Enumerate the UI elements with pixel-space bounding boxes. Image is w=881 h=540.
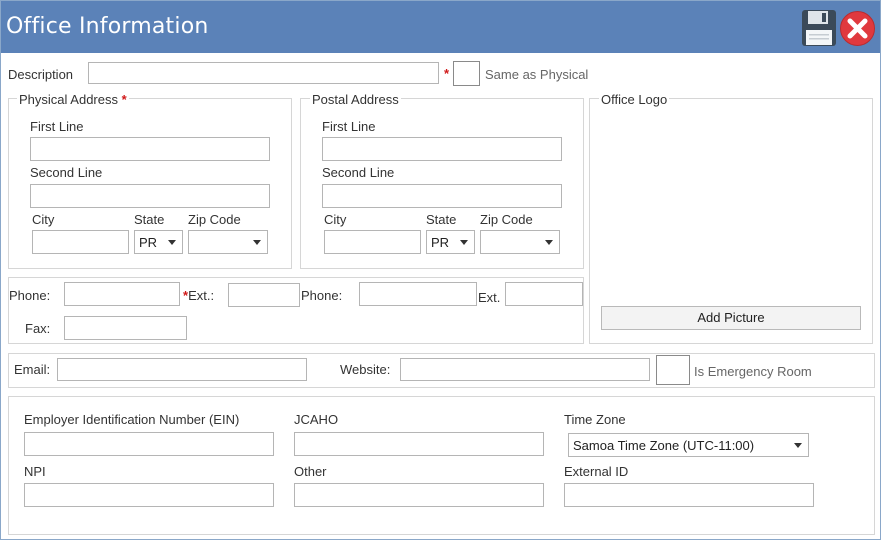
office-information-window: Office Information Description * Same as…: [0, 0, 881, 540]
postal-address-legend: Postal Address: [310, 92, 401, 107]
physical-address-required-mark: *: [121, 92, 127, 107]
physical-first-line-input[interactable]: [30, 137, 270, 161]
postal-state-select[interactable]: PR: [426, 230, 475, 254]
add-picture-button[interactable]: Add Picture: [601, 306, 861, 330]
email-input[interactable]: [57, 358, 307, 381]
description-input[interactable]: [88, 62, 439, 84]
description-label: Description: [8, 67, 74, 82]
physical-state-value: PR: [139, 235, 158, 250]
postal-second-line-label: Second Line: [322, 165, 395, 180]
phone-label: Phone:: [9, 288, 51, 303]
timezone-value: Samoa Time Zone (UTC-11:00): [573, 438, 755, 453]
website-input[interactable]: [400, 358, 650, 381]
emergency-room-checkbox[interactable]: [656, 355, 690, 385]
external-id-label: External ID: [564, 464, 629, 479]
chevron-down-icon: [794, 443, 802, 448]
fax-label: Fax:: [25, 321, 51, 336]
other-label: Other: [294, 464, 327, 479]
website-label: Website:: [340, 362, 391, 377]
chevron-down-icon: [168, 240, 176, 245]
ein-input[interactable]: [24, 432, 274, 456]
ext-input[interactable]: [228, 283, 300, 307]
jcaho-label: JCAHO: [294, 412, 339, 427]
ext2-label: Ext.: [478, 290, 501, 305]
window-title: Office Information: [6, 14, 209, 39]
postal-first-line-label: First Line: [322, 119, 376, 134]
postal-zip-select[interactable]: [480, 230, 560, 254]
jcaho-input[interactable]: [294, 432, 544, 456]
ext-label: Ext.:: [188, 288, 215, 303]
physical-address-legend-text: Physical Address: [19, 92, 118, 107]
title-bar: Office Information: [1, 1, 880, 53]
ext-label-wrap: *Ext.:: [183, 288, 214, 303]
same-as-physical-label: Same as Physical: [485, 67, 589, 82]
postal-zip-label: Zip Code: [480, 212, 533, 227]
physical-state-label: State: [134, 212, 165, 227]
postal-city-label: City: [324, 212, 347, 227]
timezone-select[interactable]: Samoa Time Zone (UTC-11:00): [568, 433, 809, 457]
phone-input[interactable]: [64, 282, 180, 306]
save-icon[interactable]: [801, 9, 837, 47]
postal-state-label: State: [426, 212, 457, 227]
npi-label: NPI: [24, 464, 46, 479]
chevron-down-icon: [460, 240, 468, 245]
external-id-input[interactable]: [564, 483, 814, 507]
emergency-room-label: Is Emergency Room: [694, 364, 812, 379]
physical-zip-label: Zip Code: [188, 212, 241, 227]
physical-city-label: City: [32, 212, 55, 227]
ein-label: Employer Identification Number (EIN): [24, 412, 240, 427]
physical-second-line-label: Second Line: [30, 165, 103, 180]
timezone-label: Time Zone: [564, 412, 626, 427]
close-icon[interactable]: [839, 10, 876, 47]
physical-second-line-input[interactable]: [30, 184, 270, 208]
description-required-mark: *: [444, 66, 450, 81]
email-label: Email:: [14, 362, 51, 377]
postal-state-value: PR: [431, 235, 450, 250]
same-as-physical-checkbox[interactable]: [453, 61, 480, 86]
phone2-label: Phone:: [301, 288, 343, 303]
physical-city-input[interactable]: [32, 230, 129, 254]
physical-zip-select[interactable]: [188, 230, 268, 254]
physical-first-line-label: First Line: [30, 119, 84, 134]
physical-address-legend: Physical Address *: [17, 92, 129, 107]
ext2-input[interactable]: [505, 282, 583, 306]
chevron-down-icon: [545, 240, 553, 245]
npi-input[interactable]: [24, 483, 274, 507]
phone2-input[interactable]: [359, 282, 477, 306]
chevron-down-icon: [253, 240, 261, 245]
postal-first-line-input[interactable]: [322, 137, 562, 161]
fax-input[interactable]: [64, 316, 187, 340]
postal-second-line-input[interactable]: [322, 184, 562, 208]
postal-city-input[interactable]: [324, 230, 421, 254]
office-logo-legend: Office Logo: [599, 92, 670, 107]
other-input[interactable]: [294, 483, 544, 507]
physical-state-select[interactable]: PR: [134, 230, 183, 254]
